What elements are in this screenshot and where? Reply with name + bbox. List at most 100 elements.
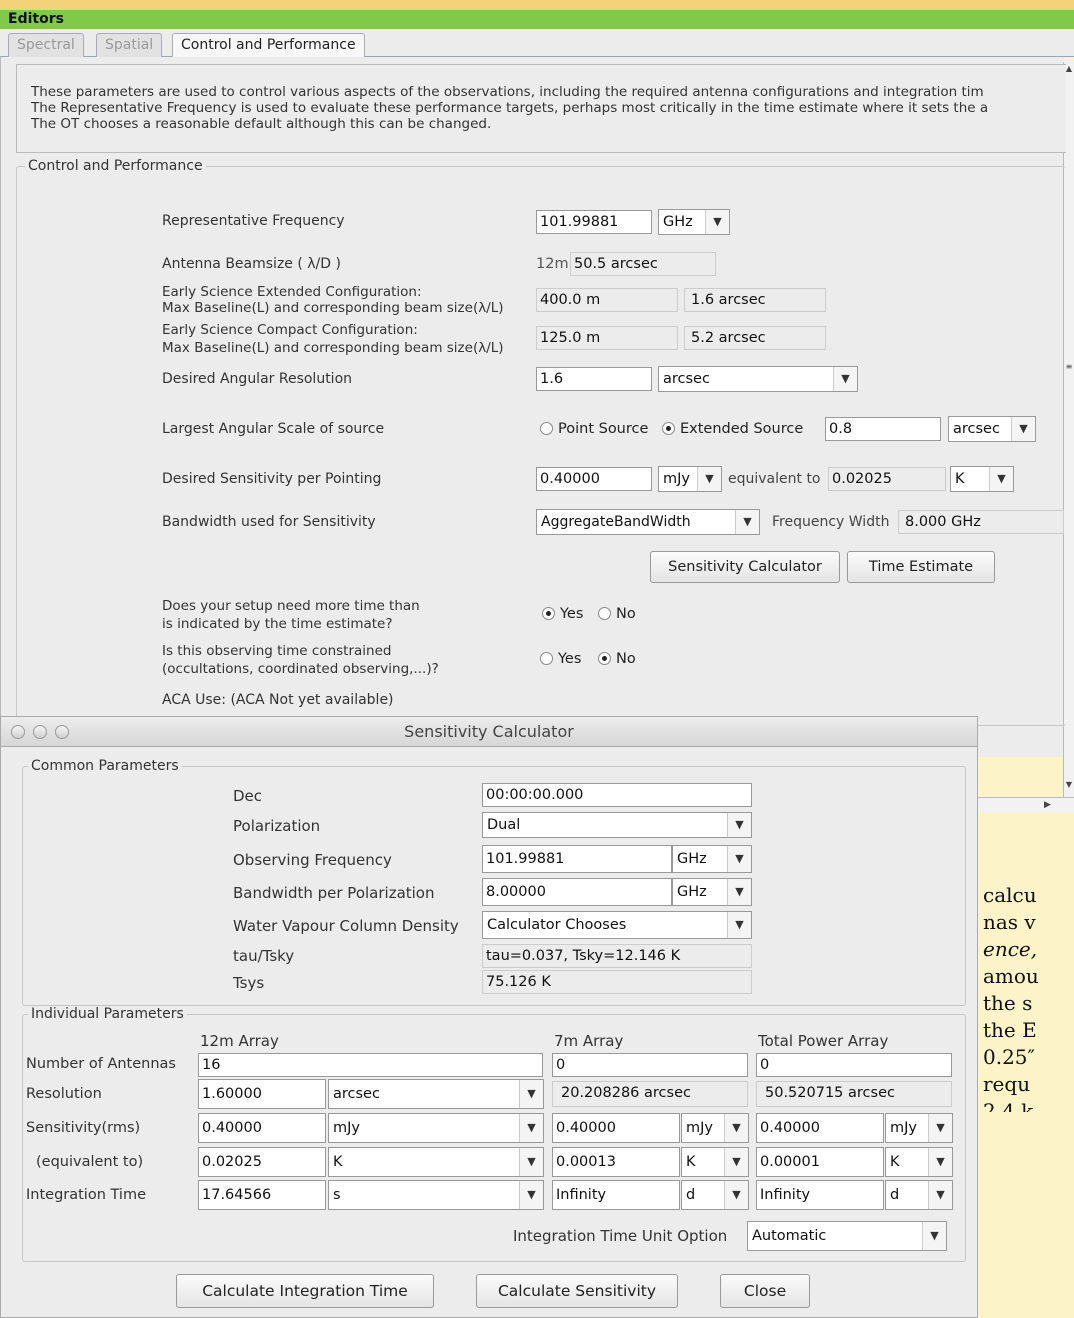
time-estimate-button[interactable]: Time Estimate <box>847 551 995 583</box>
chevron-down-icon: ▼ <box>727 912 751 938</box>
polarization-select[interactable]: Dual ▼ <box>482 812 752 838</box>
chevron-down-icon: ▼ <box>724 1181 748 1209</box>
obs-freq-unit-value: GHz <box>677 851 707 867</box>
las-point-radio[interactable]: Point Source <box>540 420 648 438</box>
col-tp-header: Total Power Array <box>758 1032 889 1050</box>
chevron-down-icon: ▼ <box>727 879 751 905</box>
close-button[interactable]: Close <box>720 1274 810 1308</box>
angres-unit-select[interactable]: arcsec ▼ <box>658 366 858 392</box>
control-group-label: Control and Performance <box>25 158 206 174</box>
resolution-12m-unit-select[interactable]: arcsec ▼ <box>328 1079 544 1109</box>
rep-freq-input[interactable]: 101.99881 <box>536 210 652 234</box>
beamsize-value: 50.5 arcsec <box>570 252 716 276</box>
sens-input[interactable]: 0.40000 <box>536 467 652 491</box>
col-12m-header: 12m Array <box>200 1032 279 1050</box>
dec-input[interactable]: 00:00:00.000 <box>482 783 752 807</box>
integration-7m-input[interactable]: Infinity <box>552 1180 680 1210</box>
tab-control-and-performance[interactable]: Control and Performance <box>172 33 365 58</box>
extended-baseline-value: 400.0 m <box>536 288 678 312</box>
intro-line-1: These parameters are used to control var… <box>31 84 984 100</box>
tab-spectral[interactable]: Spectral <box>8 33 84 57</box>
equiv-unit-select[interactable]: K ▼ <box>950 466 1014 492</box>
sensitivity-calculator-button[interactable]: Sensitivity Calculator <box>650 551 840 583</box>
row-equivalent-label: (equivalent to) <box>36 1154 144 1170</box>
rep-freq-unit-select[interactable]: GHz ▼ <box>658 209 730 235</box>
antennas-tp-input[interactable]: 0 <box>756 1053 952 1077</box>
rep-freq-label: Representative Frequency <box>162 213 345 229</box>
sens-label: Desired Sensitivity per Pointing <box>162 471 382 487</box>
beamsize-label: Antenna Beamsize ( λ/D ) <box>162 256 341 272</box>
las-input[interactable]: 0.8 <box>825 417 941 441</box>
constrained-no-label: No <box>616 651 636 667</box>
more-time-yes-radio[interactable]: Yes <box>542 605 583 623</box>
compact-config-label: Early Science Compact Configuration: <box>162 322 418 338</box>
sensitivity-12m-unit-value: mJy <box>333 1120 360 1136</box>
row-sensitivity-label: Sensitivity(rms) <box>26 1120 141 1136</box>
scroll-right-icon[interactable]: ▶ <box>1044 800 1051 810</box>
integration-tp-unit-select[interactable]: d ▼ <box>885 1180 953 1210</box>
constrained-no-radio[interactable]: No <box>598 650 636 668</box>
sensitivity-7m-unit-select[interactable]: mJy ▼ <box>681 1113 749 1143</box>
equiv-label: equivalent to <box>728 471 821 487</box>
freq-width-label: Frequency Width <box>772 514 890 530</box>
sensitivity-7m-input[interactable]: 0.40000 <box>552 1113 680 1143</box>
radio-on-icon <box>542 607 555 620</box>
sensitivity-12m-unit-select[interactable]: mJy ▼ <box>328 1113 544 1143</box>
integration-12m-unit-select[interactable]: s ▼ <box>328 1180 544 1210</box>
chevron-down-icon: ▼ <box>697 467 721 491</box>
tab-spatial[interactable]: Spatial <box>96 33 163 57</box>
equivalent-tp-unit-select[interactable]: K ▼ <box>885 1147 953 1177</box>
equiv-unit-value: K <box>955 471 965 487</box>
chevron-down-icon: ▼ <box>724 1148 748 1176</box>
resolution-12m-input[interactable]: 1.60000 <box>198 1079 326 1109</box>
calculate-sensitivity-button[interactable]: Calculate Sensitivity <box>476 1274 678 1308</box>
intro-line-2: The Representative Frequency is used to … <box>31 100 989 116</box>
chevron-down-icon: ▼ <box>519 1080 543 1108</box>
equivalent-7m-input[interactable]: 0.00013 <box>552 1147 680 1177</box>
bw-pol-input[interactable]: 8.00000 <box>482 878 672 906</box>
integration-tp-input[interactable]: Infinity <box>756 1180 884 1210</box>
unit-option-select[interactable]: Automatic ▼ <box>747 1221 947 1251</box>
chevron-down-icon: ▼ <box>833 367 857 391</box>
integration-7m-unit-select[interactable]: d ▼ <box>681 1180 749 1210</box>
equivalent-7m-unit-select[interactable]: K ▼ <box>681 1147 749 1177</box>
sensitivity-tp-input[interactable]: 0.40000 <box>756 1113 884 1143</box>
editors-title: Editors <box>0 10 1074 29</box>
chevron-down-icon: ▼ <box>519 1148 543 1176</box>
chevron-down-icon: ▼ <box>735 510 759 534</box>
tsys-label: Tsys <box>233 974 265 992</box>
doc-line: the E <box>983 1018 1037 1042</box>
equivalent-12m-input[interactable]: 0.02025 <box>198 1147 326 1177</box>
scroll-down-icon[interactable]: ▼ <box>1064 780 1074 790</box>
sens-unit-select[interactable]: mJy ▼ <box>658 466 722 492</box>
close-window-icon[interactable] <box>11 725 25 739</box>
control-group <box>16 166 1066 726</box>
sensitivity-tp-unit-select[interactable]: mJy ▼ <box>885 1113 953 1143</box>
integration-12m-input[interactable]: 17.64566 <box>198 1180 326 1210</box>
minimize-window-icon[interactable] <box>33 725 47 739</box>
las-unit-select[interactable]: arcsec ▼ <box>948 416 1036 442</box>
antennas-7m-input[interactable]: 0 <box>552 1053 748 1077</box>
obs-freq-unit-select[interactable]: GHz ▼ <box>672 845 752 873</box>
water-vapour-select[interactable]: Calculator Chooses ▼ <box>482 911 752 939</box>
more-time-no-radio[interactable]: No <box>598 605 636 623</box>
zoom-window-icon[interactable] <box>55 725 69 739</box>
constrained-yes-radio[interactable]: Yes <box>540 650 581 668</box>
doc-line: nas v <box>983 910 1036 934</box>
equivalent-12m-unit-value: K <box>333 1154 343 1170</box>
chevron-down-icon: ▼ <box>989 467 1013 491</box>
angres-input[interactable]: 1.6 <box>536 367 652 391</box>
horizontal-scrollbar[interactable]: ▶ <box>978 797 1074 813</box>
calculate-integration-time-button[interactable]: Calculate Integration Time <box>176 1274 434 1308</box>
bw-pol-unit-select[interactable]: GHz ▼ <box>672 878 752 906</box>
sensitivity-12m-input[interactable]: 0.40000 <box>198 1113 326 1143</box>
las-extended-label: Extended Source <box>680 421 804 437</box>
obs-freq-input[interactable]: 101.99881 <box>482 845 672 873</box>
integration-12m-unit-value: s <box>333 1187 341 1203</box>
las-extended-radio[interactable]: Extended Source <box>662 420 803 438</box>
equivalent-tp-input[interactable]: 0.00001 <box>756 1147 884 1177</box>
bandwidth-select[interactable]: AggregateBandWidth ▼ <box>536 509 760 535</box>
compact-baseline-value: 125.0 m <box>536 326 678 350</box>
antennas-12m-input[interactable]: 16 <box>198 1053 543 1077</box>
equivalent-12m-unit-select[interactable]: K ▼ <box>328 1147 544 1177</box>
